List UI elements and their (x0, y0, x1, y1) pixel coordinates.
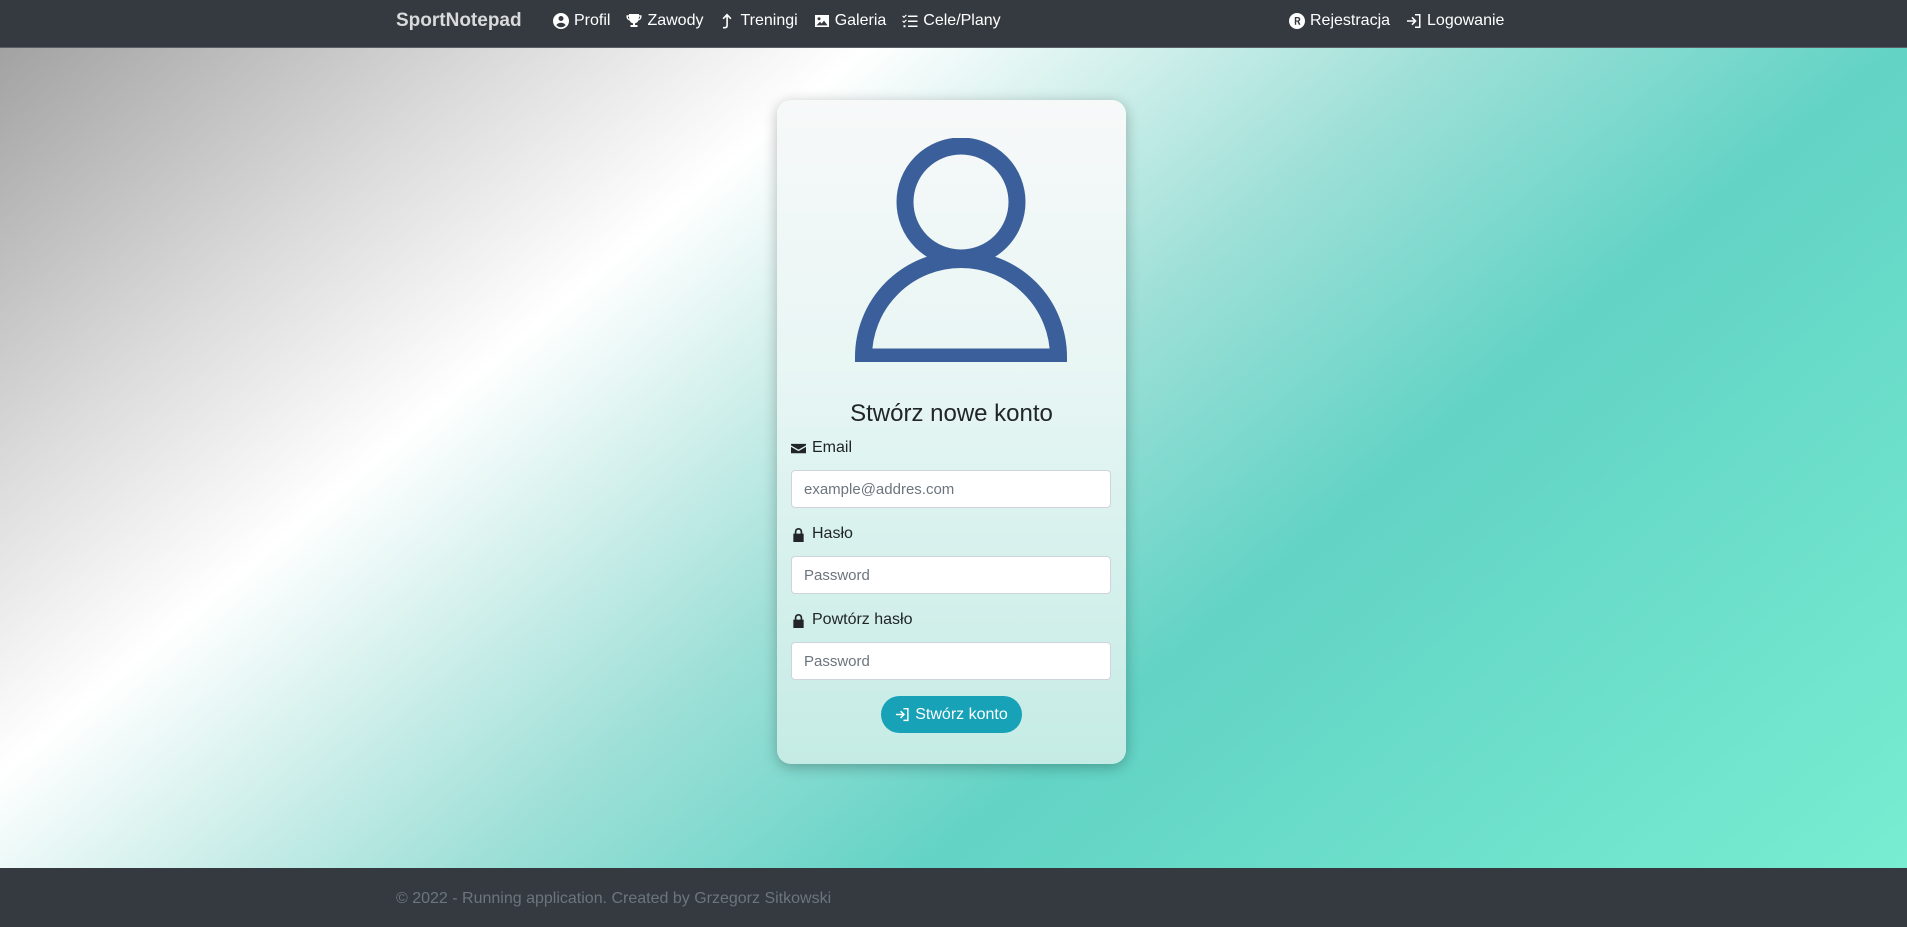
form-title: Stwórz nowe konto (850, 400, 1053, 427)
nav-label-zawody: Zawody (647, 12, 704, 29)
nav-label-galeria: Galeria (834, 12, 887, 29)
nav-item-galeria[interactable]: Galeria (814, 12, 887, 30)
user-avatar-icon (855, 138, 1067, 362)
lock-icon (793, 527, 804, 542)
email-label-text: Email (812, 439, 853, 456)
password-label-text: Hasło (812, 525, 853, 542)
nav-item-profil[interactable]: Profil (553, 12, 610, 30)
sign-in-icon (1407, 14, 1421, 28)
nav-item-zawody[interactable]: Zawody (626, 12, 703, 30)
password-repeat-label-text: Powtórz hasło (812, 611, 913, 628)
email-label: Email (791, 439, 852, 457)
nav-item-treningi[interactable]: Treningi (719, 12, 798, 30)
nav-label-profil: Profil (574, 12, 611, 29)
password-label: Hasło (791, 525, 853, 543)
top-navbar: SportNotepad Profil Zawody Treningi Gale… (0, 0, 1907, 48)
trophy-icon (626, 14, 642, 27)
main-content: Stwórz nowe konto Email Hasło Powtórz ha… (0, 48, 1907, 868)
nav-label-cele-plany: Cele/Plany (923, 12, 1001, 29)
envelope-icon (791, 443, 806, 453)
nav-label-logowanie: Logowanie (1427, 12, 1505, 29)
password-field[interactable] (791, 556, 1111, 594)
registered-icon (1289, 13, 1305, 29)
sign-in-icon (896, 707, 909, 722)
nav-item-logowanie[interactable]: Logowanie (1406, 12, 1504, 30)
create-account-button[interactable]: Stwórz konto (881, 696, 1022, 733)
footer-copyright: © 2022 - Running application. Created by… (396, 890, 832, 907)
list-check-icon (902, 14, 918, 28)
nav-left-group: Profil Zawody Treningi Galeria Cele/Plan… (553, 0, 1001, 42)
nav-label-treningi: Treningi (740, 12, 798, 29)
user-circle-icon (553, 13, 569, 29)
page-footer: © 2022 - Running application. Created by… (0, 868, 1907, 927)
password-repeat-field[interactable] (791, 642, 1111, 680)
arrow-up-icon (722, 13, 732, 29)
password-repeat-label: Powtórz hasło (791, 611, 913, 629)
brand-logo[interactable]: SportNotepad (396, 9, 522, 33)
create-account-label: Stwórz konto (915, 705, 1008, 723)
nav-item-cele-plany[interactable]: Cele/Plany (902, 12, 1001, 30)
lock-icon (793, 613, 804, 628)
nav-label-rejestracja: Rejestracja (1310, 12, 1391, 29)
register-card: Stwórz nowe konto Email Hasło Powtórz ha… (777, 100, 1126, 764)
email-field[interactable] (791, 470, 1111, 508)
nav-right-group: Rejestracja Logowanie (1289, 0, 1504, 42)
image-icon (814, 15, 829, 27)
nav-item-rejestracja[interactable]: Rejestracja (1289, 12, 1390, 30)
